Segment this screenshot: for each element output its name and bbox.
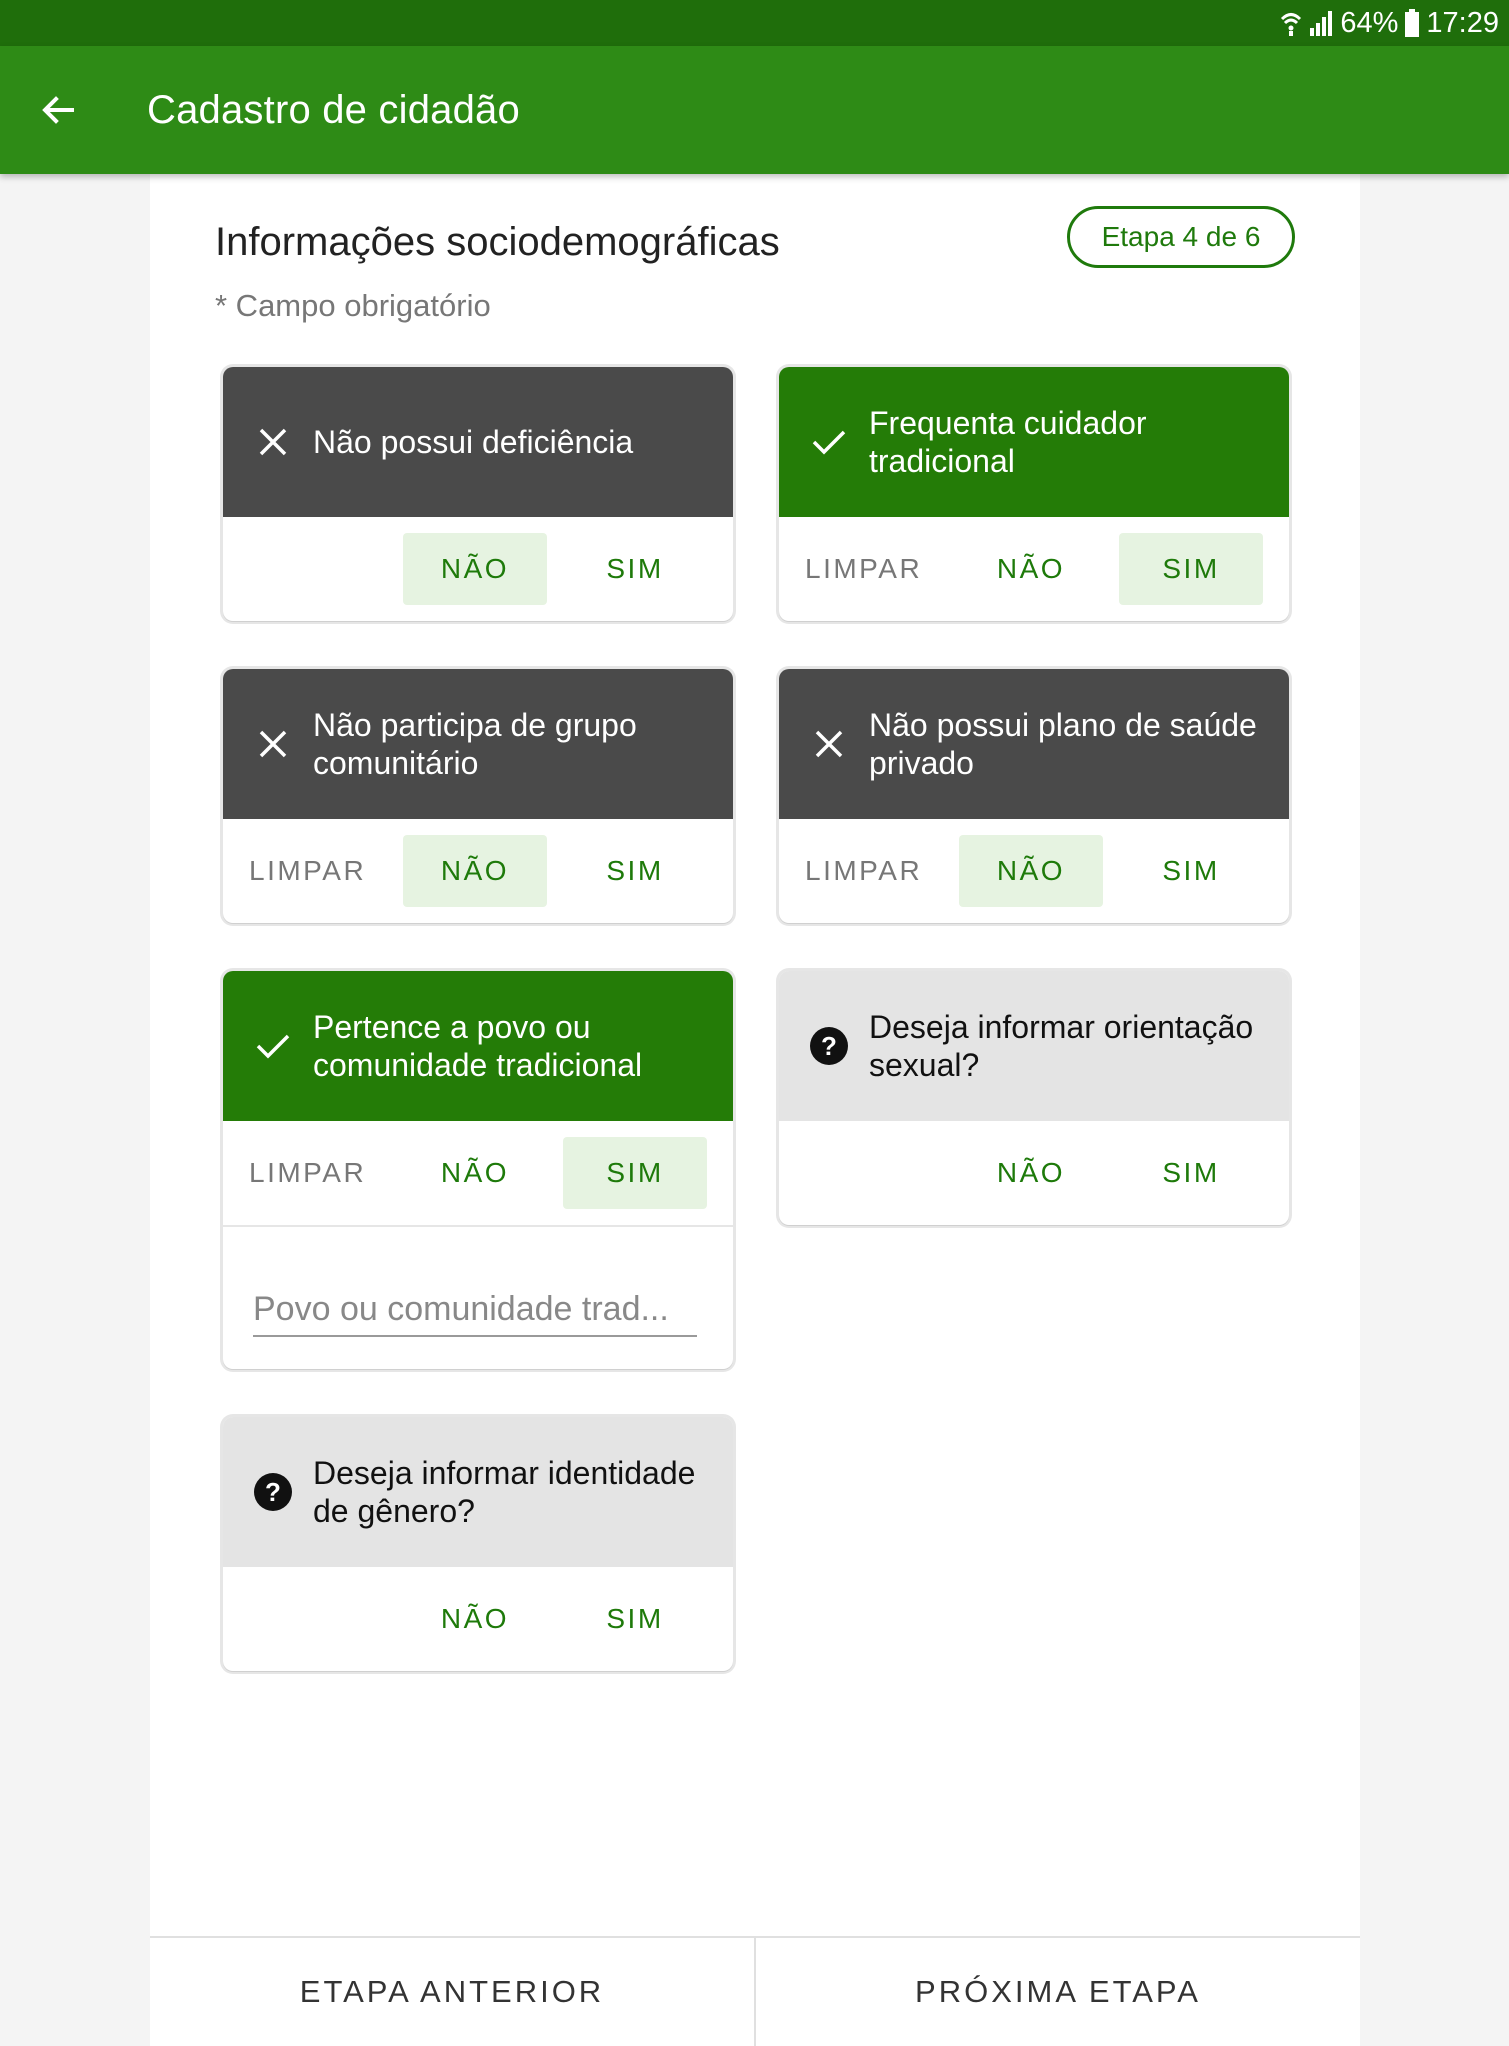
card-label: Não possui deficiência — [313, 424, 634, 460]
clear-button[interactable]: LIMPAR — [233, 835, 377, 907]
no-button[interactable]: NÃO — [959, 533, 1103, 605]
yes-button[interactable]: SIM — [563, 533, 707, 605]
yes-button[interactable]: SIM — [1119, 1137, 1263, 1209]
card-header: ? Deseja informar orientação sexual? — [779, 971, 1289, 1121]
battery-percent: 64% — [1340, 6, 1399, 39]
yes-button[interactable]: SIM — [1119, 533, 1263, 605]
clock: 17:29 — [1426, 6, 1499, 39]
svg-text:?: ? — [265, 1477, 281, 1507]
card-identidade-genero: ? Deseja informar identidade de gênero? … — [223, 1417, 733, 1671]
card-label: Deseja informar orientação sexual? — [869, 1009, 1254, 1083]
yes-button[interactable]: SIM — [563, 835, 707, 907]
card-header: Não possui deficiência — [223, 367, 733, 517]
close-icon — [253, 724, 293, 764]
card-grupo-comunitario: Não participa de grupo comunitário LIMPA… — [223, 669, 733, 923]
status-icons: 64% 17:29 — [1280, 4, 1499, 42]
card-deficiencia: Não possui deficiência NÃO SIM — [223, 367, 733, 621]
yes-button[interactable]: SIM — [563, 1137, 707, 1209]
card-label: Deseja informar identidade de gênero? — [313, 1455, 696, 1529]
yes-button[interactable]: SIM — [563, 1583, 707, 1655]
no-button[interactable]: NÃO — [403, 1137, 547, 1209]
card-orientacao-sexual: ? Deseja informar orientação sexual? NÃO… — [779, 971, 1289, 1225]
svg-text:?: ? — [821, 1031, 837, 1061]
clear-button[interactable]: LIMPAR — [233, 1137, 377, 1209]
card-actions: LIMPAR NÃO SIM — [779, 517, 1289, 621]
card-label: Não participa de grupo comunitário — [313, 707, 637, 781]
check-icon — [253, 1026, 293, 1066]
card-povo-comunidade: Pertence a povo ou comunidade tradiciona… — [223, 971, 733, 1369]
no-button[interactable]: NÃO — [959, 1137, 1103, 1209]
card-field — [223, 1225, 733, 1369]
yes-button[interactable]: SIM — [1119, 835, 1263, 907]
card-actions: LIMPAR NÃO SIM — [223, 819, 733, 923]
bottom-navigation: ETAPA ANTERIOR PRÓXIMA ETAPA — [150, 1936, 1360, 2046]
card-label: Pertence a povo ou comunidade tradiciona… — [313, 1009, 643, 1083]
card-label: Frequenta cuidador tradicional — [869, 405, 1147, 479]
wifi-icon — [1281, 13, 1302, 36]
card-actions: LIMPAR NÃO SIM — [779, 819, 1289, 923]
previous-step-button[interactable]: ETAPA ANTERIOR — [150, 1938, 754, 2046]
card-header: Não participa de grupo comunitário — [223, 669, 733, 819]
status-bar: 64% 17:29 — [0, 0, 1509, 46]
step-badge: Etapa 4 de 6 — [1067, 206, 1295, 268]
battery-icon — [1405, 9, 1420, 37]
card-actions: NÃO SIM — [223, 1567, 733, 1671]
next-step-button[interactable]: PRÓXIMA ETAPA — [754, 1938, 1360, 2046]
back-button[interactable] — [26, 78, 90, 142]
app-title: Cadastro de cidadão — [147, 88, 520, 132]
help-icon: ? — [253, 1472, 293, 1512]
no-button[interactable]: NÃO — [959, 835, 1103, 907]
check-icon — [809, 422, 849, 462]
card-header: Não possui plano de saúde privado — [779, 669, 1289, 819]
no-button[interactable]: NÃO — [403, 835, 547, 907]
card-plano-saude: Não possui plano de saúde privado LIMPAR… — [779, 669, 1289, 923]
clear-button[interactable]: LIMPAR — [789, 835, 933, 907]
card-header: ? Deseja informar identidade de gênero? — [223, 1417, 733, 1567]
close-icon — [809, 724, 849, 764]
card-actions: NÃO SIM — [779, 1121, 1289, 1225]
arrow-back-icon — [42, 96, 74, 124]
section-title: Informações sociodemográficas — [215, 220, 780, 264]
card-actions: LIMPAR NÃO SIM — [223, 1121, 733, 1225]
card-header: Frequenta cuidador tradicional — [779, 367, 1289, 517]
card-header: Pertence a povo ou comunidade tradiciona… — [223, 971, 733, 1121]
no-button[interactable]: NÃO — [403, 1583, 547, 1655]
form-sheet: Informações sociodemográficas * Campo ob… — [150, 174, 1360, 2046]
app-bar: Cadastro de cidadão — [0, 46, 1509, 174]
close-icon — [253, 422, 293, 462]
card-cuidador-tradicional: Frequenta cuidador tradicional LIMPAR NÃ… — [779, 367, 1289, 621]
help-icon: ? — [809, 1026, 849, 1066]
required-note: * Campo obrigatório — [215, 288, 491, 323]
povo-comunidade-input[interactable] — [253, 1283, 697, 1337]
signal-icon — [1310, 11, 1333, 36]
no-button[interactable]: NÃO — [403, 533, 547, 605]
card-actions: NÃO SIM — [223, 517, 733, 621]
card-label: Não possui plano de saúde privado — [869, 707, 1257, 781]
clear-button[interactable]: LIMPAR — [789, 533, 933, 605]
